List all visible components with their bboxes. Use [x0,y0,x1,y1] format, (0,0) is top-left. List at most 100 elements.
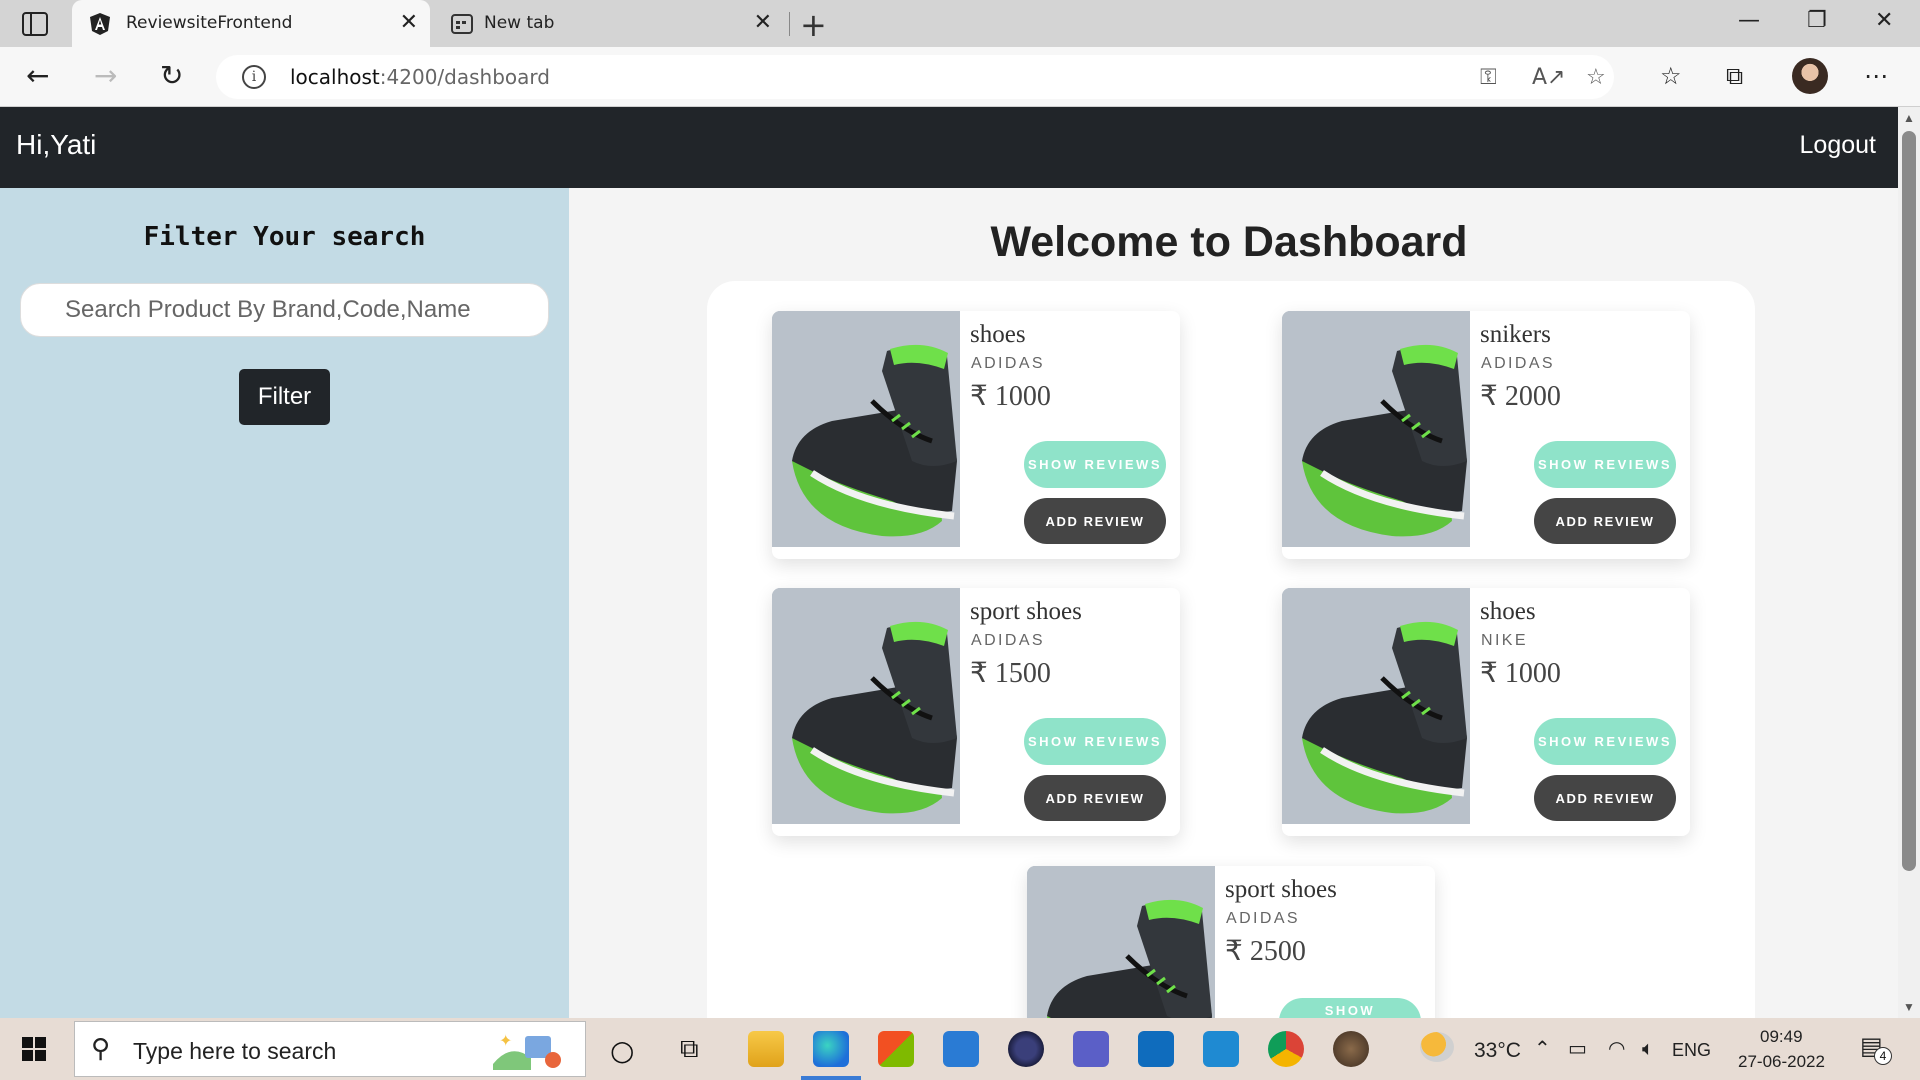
notifications-icon[interactable]: ▤ 4 [1858,1032,1892,1065]
product-brand: ADIDAS [1481,355,1555,372]
app-icon[interactable] [1333,1031,1369,1067]
browser-toolbar: ← → ↻ i localhost:4200/dashboard ⚿ A↗ ☆ … [0,47,1920,107]
scroll-up-icon[interactable]: ▲ [1903,111,1915,125]
angular-icon [90,13,110,35]
filter-button[interactable]: Filter [239,369,330,425]
top-navbar: Hi,Yati Logout [0,107,1898,188]
dashboard-main: Welcome to Dashboard shoes ADIDAS ₹ 1000… [569,188,1898,1018]
site-info-icon[interactable]: i [242,65,266,89]
product-name: sport shoes [1225,876,1337,903]
chrome-icon[interactable] [1268,1031,1304,1067]
add-review-button[interactable]: ADD REVIEW [1534,775,1676,821]
outlook-icon[interactable] [1138,1031,1174,1067]
add-review-button[interactable]: ADD REVIEW [1534,498,1676,544]
minimize-icon[interactable]: — [1738,8,1760,33]
product-name: sport shoes [970,598,1082,625]
back-icon[interactable]: ← [26,59,49,92]
product-image [1027,866,1215,1018]
eclipse-icon[interactable] [1008,1031,1044,1067]
reload-icon[interactable]: ↻ [160,59,183,92]
windows-start-icon[interactable] [22,1037,46,1061]
show-hidden-icons-icon[interactable]: ⌃ [1534,1036,1551,1060]
new-tab-page-icon [451,14,473,34]
show-reviews-button[interactable]: SHOW REVIEWS [1024,718,1166,765]
scrollbar-thumb[interactable] [1902,131,1916,871]
product-search-input[interactable] [20,283,549,337]
clock-time[interactable]: 09:49 [1760,1027,1803,1047]
product-card: snikers ADIDAS ₹ 2000 SHOW REVIEWS ADD R… [1282,311,1690,559]
add-favorite-icon[interactable]: ☆ [1586,65,1606,90]
tab-title: ReviewsiteFrontend [126,13,293,33]
product-price: ₹ 1000 [1480,658,1561,689]
url-text[interactable]: localhost:4200/dashboard [290,65,550,89]
volume-icon[interactable]: 🔈︎ [1642,1036,1654,1060]
battery-icon[interactable]: ▭ [1568,1036,1587,1060]
filter-heading: Filter Your search [143,222,426,252]
add-review-button[interactable]: ADD REVIEW [1024,498,1166,544]
product-grid: shoes ADIDAS ₹ 1000 SHOW REVIEWS ADD REV… [707,281,1755,1018]
logout-link[interactable]: Logout [1800,131,1876,160]
user-greeting: Hi,Yati [16,129,97,160]
close-tab-icon[interactable]: ✕ [754,10,772,35]
browser-tab-strip: ReviewsiteFrontend ✕ New tab ✕ + — ❐ ✕ [0,0,1920,47]
task-view-icon[interactable]: ⧉ [680,1034,699,1065]
microsoft-store-icon[interactable] [878,1031,914,1067]
windows-taskbar: ⚲ Type here to search ✦ ○ ⧉ 33°C ⌃ ▭ ◠ 🔈… [0,1018,1920,1080]
address-bar[interactable]: i localhost:4200/dashboard ⚿ A↗ ☆ [216,55,1614,99]
weather-icon[interactable] [1420,1032,1454,1062]
cortana-icon[interactable]: ○ [610,1034,634,1067]
notification-count-badge: 4 [1874,1047,1892,1065]
product-name: shoes [970,321,1026,348]
mail-icon[interactable] [943,1031,979,1067]
close-tab-icon[interactable]: ✕ [400,10,418,35]
collections-icon[interactable]: ⧉ [1726,62,1743,90]
page-scrollbar[interactable]: ▲ ▼ [1898,107,1920,1018]
edge-icon[interactable] [813,1031,849,1067]
product-brand: NIKE [1481,632,1528,649]
product-brand: ADIDAS [971,632,1045,649]
tab-reviewsite[interactable]: ReviewsiteFrontend ✕ [72,0,430,47]
product-image [772,588,960,824]
more-menu-icon[interactable]: ⋯ [1864,62,1888,90]
show-reviews-button[interactable]: SHOW REVIEWS [1534,441,1676,488]
forward-icon[interactable]: → [94,59,117,92]
restore-icon[interactable]: ❐ [1807,8,1827,33]
taskbar-search-placeholder: Type here to search [133,1038,337,1064]
vscode-icon[interactable] [1203,1031,1239,1067]
clock-date[interactable]: 27-06-2022 [1738,1052,1825,1072]
product-card: shoes NIKE ₹ 1000 SHOW REVIEWS ADD REVIE… [1282,588,1690,836]
profile-avatar[interactable] [1792,58,1828,94]
wifi-icon[interactable]: ◠ [1608,1036,1625,1060]
product-card: shoes ADIDAS ₹ 1000 SHOW REVIEWS ADD REV… [772,311,1180,559]
svg-text:✦: ✦ [499,1033,512,1050]
product-name: snikers [1480,321,1551,348]
language-indicator[interactable]: ENG [1672,1040,1711,1061]
favorites-icon[interactable]: ☆ [1660,62,1682,90]
teams-icon[interactable] [1073,1031,1109,1067]
filter-sidebar: Filter Your search Filter [0,188,569,1018]
product-name: shoes [1480,598,1536,625]
show-reviews-button[interactable]: SHOW REVIEWS [1534,718,1676,765]
file-explorer-icon[interactable] [748,1031,784,1067]
scroll-down-icon[interactable]: ▼ [1903,1000,1915,1014]
add-review-button[interactable]: ADD REVIEW [1024,775,1166,821]
tab-title: New tab [484,13,555,33]
product-brand: ADIDAS [1226,910,1300,927]
tab-new-tab[interactable]: New tab ✕ [434,0,784,47]
show-reviews-button[interactable]: SHOW [1279,998,1421,1018]
tab-divider [789,12,790,36]
product-image [772,311,960,547]
product-price: ₹ 1000 [970,381,1051,412]
weather-temperature[interactable]: 33°C [1474,1039,1521,1063]
product-price: ₹ 1500 [970,658,1051,689]
product-image [1282,588,1470,824]
active-app-indicator [801,1076,861,1080]
product-card: sport shoes ADIDAS ₹ 1500 SHOW REVIEWS A… [772,588,1180,836]
tab-actions-icon[interactable] [22,12,48,36]
show-reviews-button[interactable]: SHOW REVIEWS [1024,441,1166,488]
new-tab-button[interactable]: + [800,6,827,44]
read-aloud-icon[interactable]: A↗ [1532,65,1565,90]
password-key-icon[interactable]: ⚿ [1480,65,1497,90]
close-window-icon[interactable]: ✕ [1875,8,1893,33]
taskbar-search-box[interactable]: ⚲ Type here to search ✦ [74,1021,586,1077]
